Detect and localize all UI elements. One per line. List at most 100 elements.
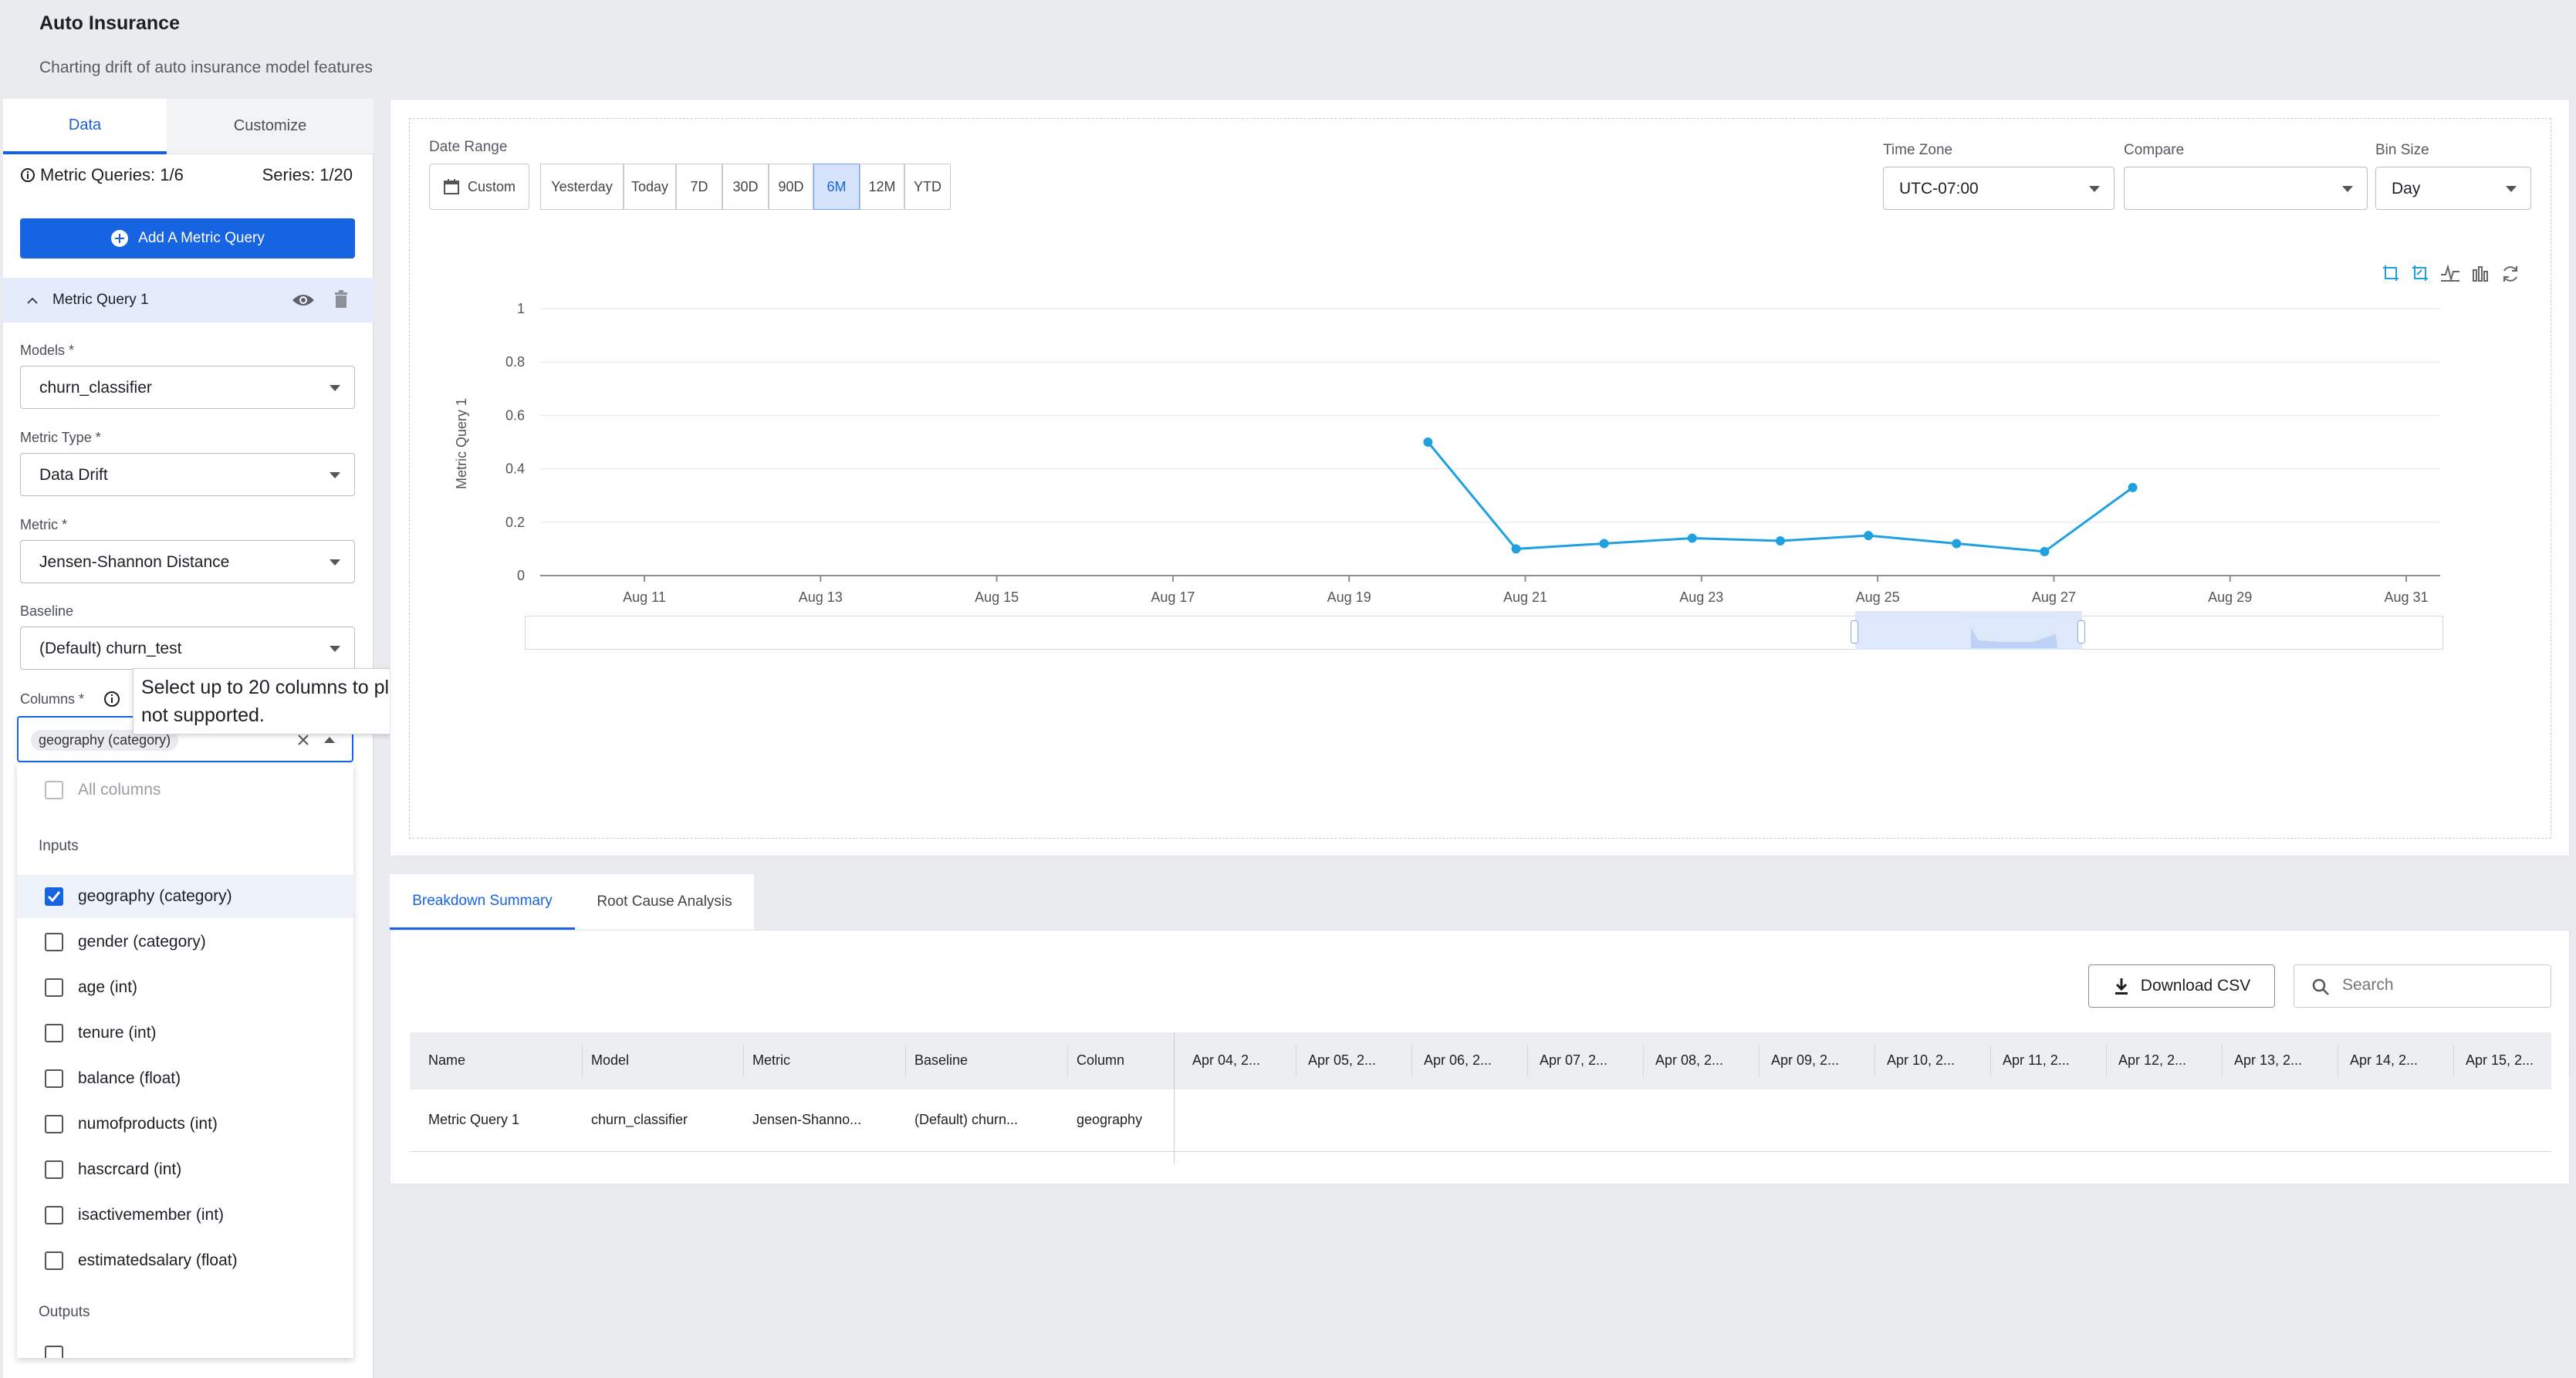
column-header[interactable]: Model	[591, 1052, 629, 1069]
tab-data[interactable]: Data	[3, 99, 167, 154]
date-column-header[interactable]: Apr 15, 2...	[2466, 1052, 2534, 1069]
data-point[interactable]	[2040, 546, 2050, 556]
bin-size-label: Bin Size	[2375, 142, 2429, 158]
column-header[interactable]: Metric	[752, 1052, 790, 1069]
tab-breakdown-summary[interactable]: Breakdown Summary	[390, 874, 575, 930]
caret-up-icon[interactable]	[324, 736, 335, 744]
checkbox[interactable]	[45, 978, 63, 997]
search-box[interactable]	[2294, 964, 2551, 1008]
chevron-up-icon[interactable]	[26, 297, 39, 305]
metric-select[interactable]: Jensen-Shannon Distance	[20, 540, 355, 583]
trash-icon[interactable]	[333, 290, 349, 309]
date-column-header[interactable]: Apr 14, 2...	[2350, 1052, 2418, 1069]
row-divider	[410, 1151, 2551, 1152]
column-option[interactable]: estimatedsalary (float)	[17, 1239, 353, 1282]
column-header[interactable]: Baseline	[914, 1052, 968, 1069]
tab-customize[interactable]: Customize	[167, 99, 374, 154]
output-option[interactable]	[17, 1333, 353, 1358]
zoom-handle-right[interactable]	[2077, 620, 2085, 643]
bin-size-select[interactable]: Day	[2375, 167, 2531, 210]
checkbox[interactable]	[45, 1346, 63, 1358]
checkbox[interactable]	[45, 1115, 63, 1133]
all-columns-option[interactable]: All columns	[17, 768, 353, 812]
data-point[interactable]	[1864, 531, 1874, 541]
add-metric-query-button[interactable]: Add A Metric Query	[20, 218, 355, 258]
data-point[interactable]	[1687, 533, 1697, 543]
column-option[interactable]: balance (float)	[17, 1057, 353, 1100]
x-tick-label: Aug 15	[975, 589, 1019, 605]
range-button-today[interactable]: Today	[624, 164, 676, 210]
compare-select[interactable]	[2124, 167, 2368, 210]
line-chart[interactable]: 0 0.2 0.4 0.6 0.8 1 Aug 11 Aug 13 Aug 15 Aug 17 A…	[409, 278, 2551, 664]
time-zone-select[interactable]: UTC-07:00	[1883, 167, 2115, 210]
series-line	[1427, 441, 2134, 553]
zoom-slider-track[interactable]	[525, 616, 2443, 650]
models-select[interactable]: churn_classifier	[20, 366, 355, 409]
zoom-handle-left[interactable]	[1851, 620, 1858, 643]
checkbox[interactable]	[45, 1160, 63, 1179]
column-option[interactable]: numofproducts (int)	[17, 1103, 353, 1146]
date-column-header[interactable]: Apr 05, 2...	[1308, 1052, 1376, 1069]
date-column-header[interactable]: Apr 13, 2...	[2234, 1052, 2302, 1069]
range-button-ytd[interactable]: YTD	[904, 164, 951, 210]
clear-icon[interactable]	[296, 733, 310, 747]
checkbox[interactable]	[45, 781, 63, 799]
data-point[interactable]	[1599, 539, 1609, 549]
column-option[interactable]: isactivemember (int)	[17, 1194, 353, 1237]
column-option[interactable]: geography (category)	[17, 875, 353, 918]
range-button-7d[interactable]: 7D	[676, 164, 722, 210]
data-point[interactable]	[1511, 544, 1521, 554]
column-header[interactable]: Name	[428, 1052, 465, 1069]
column-option[interactable]: hascrcard (int)	[17, 1148, 353, 1191]
eye-icon[interactable]	[292, 292, 315, 309]
range-button-yesterday[interactable]: Yesterday	[540, 164, 624, 210]
tab-root-cause-analysis[interactable]: Root Cause Analysis	[575, 874, 754, 930]
option-label: All columns	[78, 781, 161, 799]
data-point[interactable]	[1423, 437, 1433, 447]
baseline-select[interactable]: (Default) churn_test	[20, 627, 355, 670]
data-point[interactable]	[1775, 536, 1785, 546]
x-tick-label: Aug 17	[1151, 589, 1195, 605]
checkbox[interactable]	[45, 1069, 63, 1088]
metric-type-select[interactable]: Data Drift	[20, 453, 355, 496]
metric-type-label: Metric Type *	[20, 430, 101, 445]
data-point[interactable]	[1952, 539, 1962, 549]
option-label: estimatedsalary (float)	[78, 1251, 238, 1269]
download-csv-button[interactable]: Download CSV	[2088, 964, 2275, 1008]
column-option[interactable]: tenure (int)	[17, 1012, 353, 1055]
caret-down-icon	[330, 385, 340, 391]
date-column-header[interactable]: Apr 12, 2...	[2118, 1052, 2186, 1069]
column-option[interactable]: gender (category)	[17, 920, 353, 964]
range-button-12m[interactable]: 12M	[860, 164, 904, 210]
range-button-30d[interactable]: 30D	[722, 164, 769, 210]
baseline-value: (Default) churn_test	[39, 640, 182, 657]
metric-value: Jensen-Shannon Distance	[39, 553, 230, 571]
range-button-90d[interactable]: 90D	[769, 164, 813, 210]
zoom-slider-window[interactable]	[1855, 611, 2082, 650]
date-column-header[interactable]: Apr 09, 2...	[1771, 1052, 1839, 1069]
date-column-header[interactable]: Apr 11, 2...	[2003, 1052, 2070, 1069]
column-option[interactable]: age (int)	[17, 966, 353, 1009]
date-column-header[interactable]: Apr 08, 2...	[1655, 1052, 1723, 1069]
baseline-label: Baseline	[20, 603, 74, 619]
y-tick-label: 0.4	[505, 461, 525, 477]
custom-range-button[interactable]: Custom	[429, 164, 529, 210]
x-tick-label: Aug 29	[2208, 589, 2252, 605]
table-cell: Jensen-Shanno...	[752, 1112, 862, 1127]
search-input[interactable]	[2342, 976, 2535, 995]
range-button-6m[interactable]: 6M	[813, 164, 860, 210]
column-header[interactable]: Column	[1077, 1052, 1124, 1069]
date-column-header[interactable]: Apr 06, 2...	[1424, 1052, 1492, 1069]
checkbox-checked[interactable]	[45, 887, 63, 906]
metric-query-header[interactable]: Metric Query 1	[3, 278, 374, 323]
checkbox[interactable]	[45, 933, 63, 951]
checkbox[interactable]	[45, 1206, 63, 1224]
download-icon	[2115, 978, 2128, 995]
data-point[interactable]	[2128, 482, 2138, 492]
date-column-header[interactable]: Apr 07, 2...	[1540, 1052, 1607, 1069]
checkbox[interactable]	[45, 1024, 63, 1042]
date-column-header[interactable]: Apr 10, 2...	[1887, 1052, 1955, 1069]
date-column-header[interactable]: Apr 04, 2...	[1192, 1052, 1260, 1069]
checkbox[interactable]	[45, 1251, 63, 1270]
info-icon[interactable]	[103, 691, 120, 708]
